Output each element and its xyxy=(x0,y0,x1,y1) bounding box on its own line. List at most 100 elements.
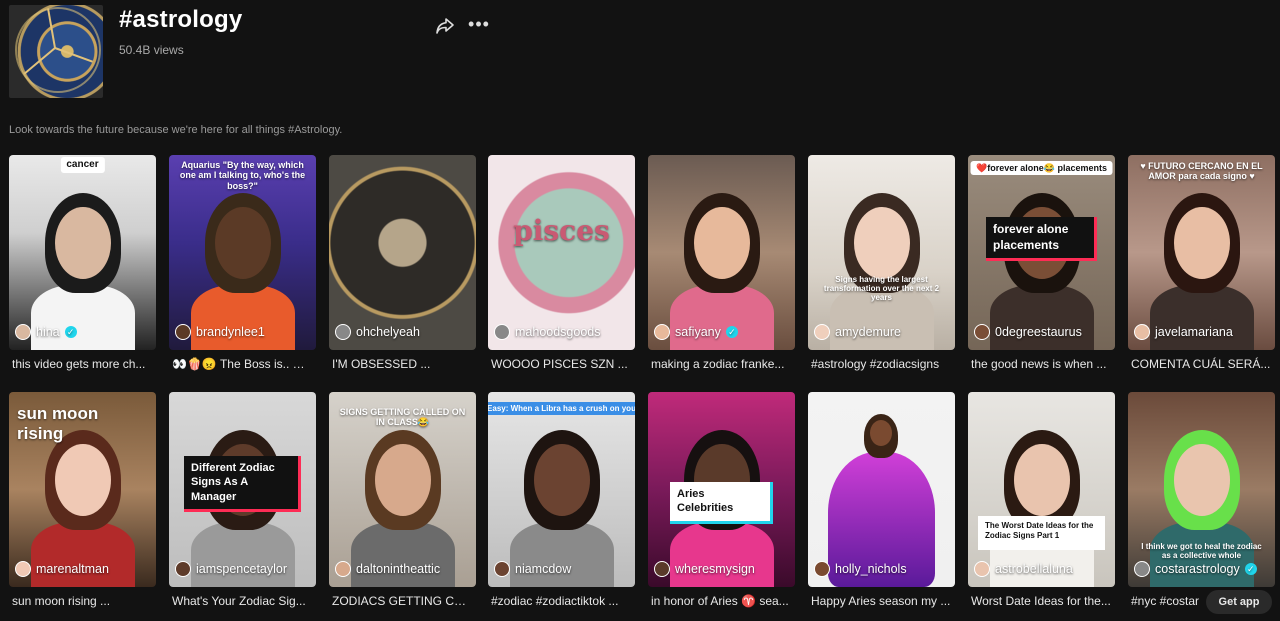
video-thumbnail[interactable]: safiyany ✓ xyxy=(648,155,795,350)
video-overlay-text: Aquarius "By the way, which one am I tal… xyxy=(179,160,306,191)
video-title[interactable]: ZODIACS GETTING CAL... xyxy=(332,594,474,608)
video-title[interactable]: What's Your Zodiac Sig... xyxy=(172,594,314,608)
video-author[interactable]: 0degreestaurus xyxy=(974,324,1111,340)
author-name[interactable]: astrobellaluna xyxy=(995,562,1073,576)
author-name[interactable]: wheresmysign xyxy=(675,562,755,576)
video-thumbnail[interactable]: ♥ FUTURO CERCANO EN EL AMOR para cada si… xyxy=(1128,155,1275,350)
avatar[interactable] xyxy=(974,561,990,577)
avatar[interactable] xyxy=(814,561,830,577)
verified-badge-icon: ✓ xyxy=(64,326,77,338)
video-overlay-text: ♥ FUTURO CERCANO EN EL AMOR para cada si… xyxy=(1140,161,1263,182)
author-name[interactable]: daltonintheattic xyxy=(356,562,440,576)
video-title[interactable]: WOOOO PISCES SZN ... xyxy=(491,357,633,371)
video-title[interactable]: #astrology #zodiacsigns xyxy=(811,357,953,371)
video-title[interactable]: I'M OBSESSED ... xyxy=(332,357,474,371)
avatar[interactable] xyxy=(335,561,351,577)
video-author[interactable]: hina ✓ xyxy=(15,324,152,340)
avatar[interactable] xyxy=(175,324,191,340)
video-caption-box: The Worst Date Ideas for the Zodiac Sign… xyxy=(978,516,1105,550)
video-thumbnail[interactable]: The Worst Date Ideas for the Zodiac Sign… xyxy=(968,392,1115,587)
avatar[interactable] xyxy=(335,324,351,340)
author-name[interactable]: mahoodsgoods xyxy=(515,325,600,339)
avatar[interactable] xyxy=(494,324,510,340)
avatar[interactable] xyxy=(494,561,510,577)
video-thumbnail[interactable]: I think we got to heal the zodiac as a c… xyxy=(1128,392,1275,587)
author-name[interactable]: marenaltman xyxy=(36,562,109,576)
video-thumbnail[interactable]: holly_nichols xyxy=(808,392,955,587)
video-overlay-text: Easy: When a Libra has a crush on you xyxy=(488,402,635,416)
video-author[interactable]: holly_nichols xyxy=(814,561,951,577)
video-author[interactable]: daltonintheattic xyxy=(335,561,472,577)
video-author[interactable]: wheresmysign xyxy=(654,561,791,577)
video-title[interactable]: Happy Aries season my ... xyxy=(811,594,953,608)
avatar[interactable] xyxy=(15,561,31,577)
video-author[interactable]: safiyany ✓ xyxy=(654,324,791,340)
video-title[interactable]: Worst Date Ideas for the... xyxy=(971,594,1113,608)
video-overlay-text: I think we got to heal the zodiac as a c… xyxy=(1141,542,1262,561)
avatar[interactable] xyxy=(814,324,830,340)
author-name[interactable]: iamspencetaylor xyxy=(196,562,287,576)
video-overlay-text: cancer xyxy=(60,157,105,173)
video-title[interactable]: in honor of Aries ♈ sea... xyxy=(651,594,793,608)
video-author[interactable]: iamspencetaylor xyxy=(175,561,312,577)
avatar[interactable] xyxy=(654,324,670,340)
hashtag-cover-image xyxy=(9,5,103,98)
author-name[interactable]: niamcdow xyxy=(515,562,571,576)
video-author[interactable]: marenaltman xyxy=(15,561,152,577)
avatar[interactable] xyxy=(1134,324,1150,340)
video-thumbnail[interactable]: cancer hina ✓ xyxy=(9,155,156,350)
video-thumbnail[interactable]: ❤️forever alone😂 placements forever alone… xyxy=(968,155,1115,350)
author-name[interactable]: ohchelyeah xyxy=(356,325,420,339)
video-caption-box: Different Zodiac Signs As A Manager xyxy=(184,456,301,512)
hashtag-description: Look towards the future because we're he… xyxy=(9,124,343,136)
video-author[interactable]: costarastrology ✓ xyxy=(1134,561,1271,577)
video-overlay-text: SIGNS GETTING CALLED ON IN CLASS😂 xyxy=(339,407,466,428)
avatar[interactable] xyxy=(974,324,990,340)
video-caption-box: forever alone placements xyxy=(986,217,1097,262)
more-icon[interactable]: ••• xyxy=(464,14,494,38)
video-title[interactable]: #zodiac #zodiactiktok ... xyxy=(491,594,633,608)
author-name[interactable]: 0degreestaurus xyxy=(995,325,1082,339)
video-thumbnail[interactable]: SIGNS GETTING CALLED ON IN CLASS😂 daltoni… xyxy=(329,392,476,587)
video-author[interactable]: niamcdow xyxy=(494,561,631,577)
author-name[interactable]: safiyany xyxy=(675,325,721,339)
video-thumbnail[interactable]: Easy: When a Libra has a crush on you nia… xyxy=(488,392,635,587)
video-author[interactable]: javelamariana xyxy=(1134,324,1271,340)
author-name[interactable]: holly_nichols xyxy=(835,562,907,576)
video-title[interactable]: COMENTA CUÁL SERÁ... xyxy=(1131,357,1273,371)
avatar[interactable] xyxy=(1134,561,1150,577)
video-overlay-text: pisces xyxy=(513,214,610,247)
video-thumbnail[interactable]: Aries Celebrities wheresmysign xyxy=(648,392,795,587)
video-author[interactable]: amydemure xyxy=(814,324,951,340)
author-name[interactable]: hina xyxy=(36,325,60,339)
video-author[interactable]: brandynlee1 xyxy=(175,324,312,340)
video-thumbnail[interactable]: Signs having the largest transformation … xyxy=(808,155,955,350)
avatar[interactable] xyxy=(15,324,31,340)
video-title[interactable]: sun moon rising ... xyxy=(12,594,154,608)
video-title[interactable]: the good news is when ... xyxy=(971,357,1113,371)
author-name[interactable]: costarastrology xyxy=(1155,562,1240,576)
video-thumbnail[interactable]: Different Zodiac Signs As A Manager iamsp… xyxy=(169,392,316,587)
author-name[interactable]: amydemure xyxy=(835,325,901,339)
video-author[interactable]: mahoodsgoods xyxy=(494,324,631,340)
video-thumbnail[interactable]: ohchelyeah xyxy=(329,155,476,350)
video-author[interactable]: ohchelyeah xyxy=(335,324,472,340)
share-icon[interactable] xyxy=(433,14,457,38)
video-title[interactable]: making a zodiac franke... xyxy=(651,357,793,371)
author-name[interactable]: javelamariana xyxy=(1155,325,1233,339)
video-title[interactable]: 👀🍿😠 The Boss is.. 😰 ... xyxy=(172,357,314,371)
page-title: #astrology xyxy=(119,6,243,33)
video-title[interactable]: this video gets more ch... xyxy=(12,357,154,371)
verified-badge-icon: ✓ xyxy=(1244,563,1257,575)
video-overlay-text: Signs having the largest transformation … xyxy=(823,275,940,303)
avatar[interactable] xyxy=(654,561,670,577)
view-count: 50.4B views xyxy=(119,43,184,57)
verified-badge-icon: ✓ xyxy=(725,326,738,338)
video-author[interactable]: astrobellaluna xyxy=(974,561,1111,577)
get-app-button[interactable]: Get app xyxy=(1206,590,1272,614)
avatar[interactable] xyxy=(175,561,191,577)
video-thumbnail[interactable]: Aquarius "By the way, which one am I tal… xyxy=(169,155,316,350)
video-thumbnail[interactable]: sun moon rising marenaltman xyxy=(9,392,156,587)
author-name[interactable]: brandynlee1 xyxy=(196,325,265,339)
video-thumbnail[interactable]: pisces mahoodsgoods xyxy=(488,155,635,350)
